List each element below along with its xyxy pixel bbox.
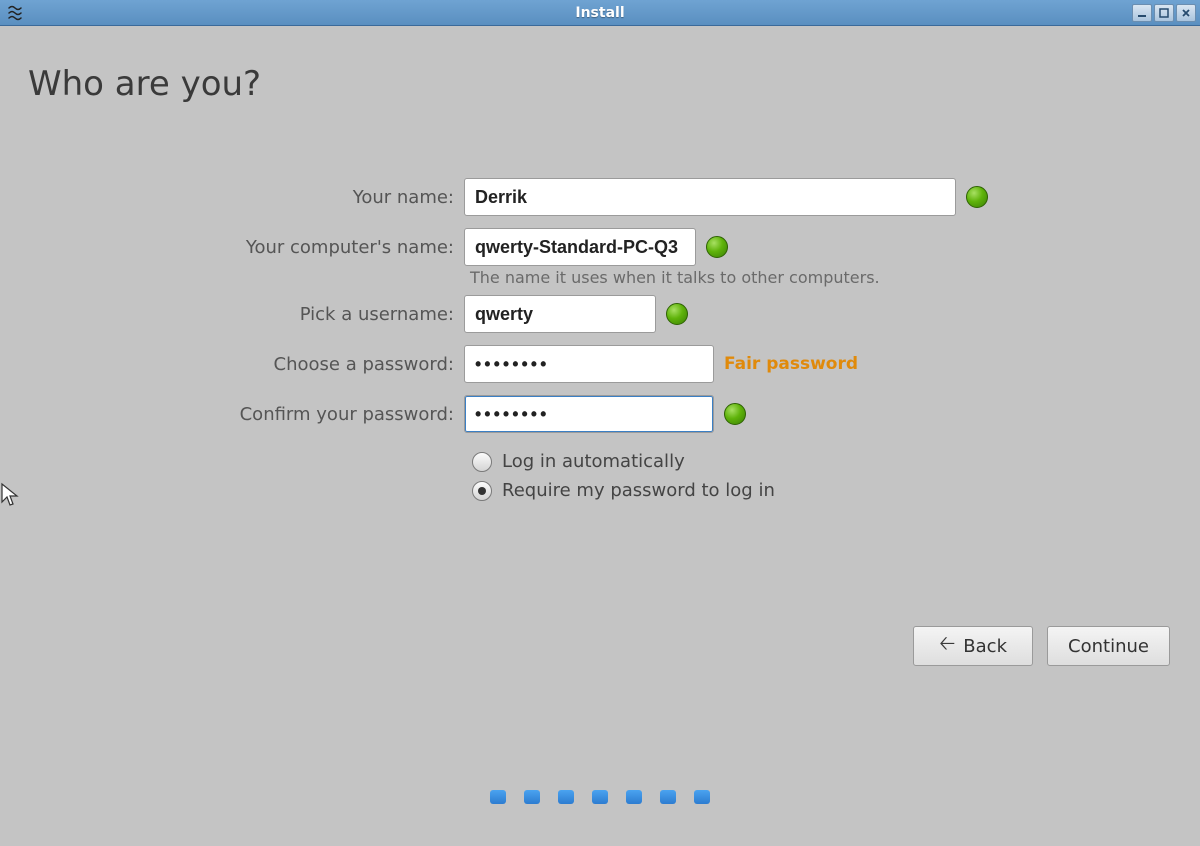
check-ok-icon (666, 303, 688, 325)
password-input[interactable] (464, 345, 714, 383)
progress-dot (558, 790, 574, 804)
progress-dot (592, 790, 608, 804)
check-ok-icon (706, 236, 728, 258)
check-ok-icon (724, 403, 746, 425)
minimize-button[interactable] (1132, 4, 1152, 22)
username-label: Pick a username: (0, 304, 464, 325)
name-input[interactable] (464, 178, 956, 216)
row-name: Your name: (0, 172, 1200, 222)
user-form: Your name: Your computer's name: The nam… (0, 172, 1200, 505)
nav-buttons: 🡠 Back Continue (913, 626, 1170, 666)
back-button[interactable]: 🡠 Back (913, 626, 1033, 666)
name-label: Your name: (0, 187, 464, 208)
progress-dot (490, 790, 506, 804)
continue-button[interactable]: Continue (1047, 626, 1170, 666)
mouse-cursor-icon (0, 482, 20, 512)
progress-dot (660, 790, 676, 804)
installer-page: Who are you? Your name: Your computer's … (0, 26, 1200, 846)
row-hostname: Your computer's name: (0, 222, 1200, 270)
progress-dot (694, 790, 710, 804)
progress-indicator (0, 790, 1200, 804)
app-menu-icon[interactable] (4, 2, 26, 24)
arrow-left-icon: 🡠 (939, 629, 955, 663)
login-options: Log in automatically Require my password… (464, 447, 1200, 505)
password-label: Choose a password: (0, 354, 464, 375)
row-username: Pick a username: (0, 289, 1200, 339)
confirm-password-input[interactable] (464, 395, 714, 433)
radio-icon (472, 481, 492, 501)
password-strength-label: Fair password (724, 354, 858, 374)
username-input[interactable] (464, 295, 656, 333)
auto-login-label: Log in automatically (502, 451, 685, 472)
progress-dot (524, 790, 540, 804)
progress-dot (626, 790, 642, 804)
row-password: Choose a password: Fair password (0, 339, 1200, 389)
window-controls (1132, 4, 1200, 22)
radio-require-password[interactable]: Require my password to log in (472, 476, 1200, 505)
titlebar: Install (0, 0, 1200, 26)
radio-auto-login[interactable]: Log in automatically (472, 447, 1200, 476)
row-confirm-password: Confirm your password: (0, 389, 1200, 439)
maximize-button[interactable] (1154, 4, 1174, 22)
page-title: Who are you? (28, 64, 261, 104)
require-password-label: Require my password to log in (502, 480, 775, 501)
close-button[interactable] (1176, 4, 1196, 22)
back-button-label: Back (963, 636, 1007, 657)
hostname-helper: The name it uses when it talks to other … (464, 268, 1200, 287)
hostname-input[interactable] (464, 228, 696, 266)
window-title: Install (0, 5, 1200, 21)
check-ok-icon (966, 186, 988, 208)
radio-icon (472, 452, 492, 472)
hostname-label: Your computer's name: (0, 237, 464, 258)
continue-button-label: Continue (1068, 636, 1149, 657)
confirm-password-label: Confirm your password: (0, 404, 464, 425)
